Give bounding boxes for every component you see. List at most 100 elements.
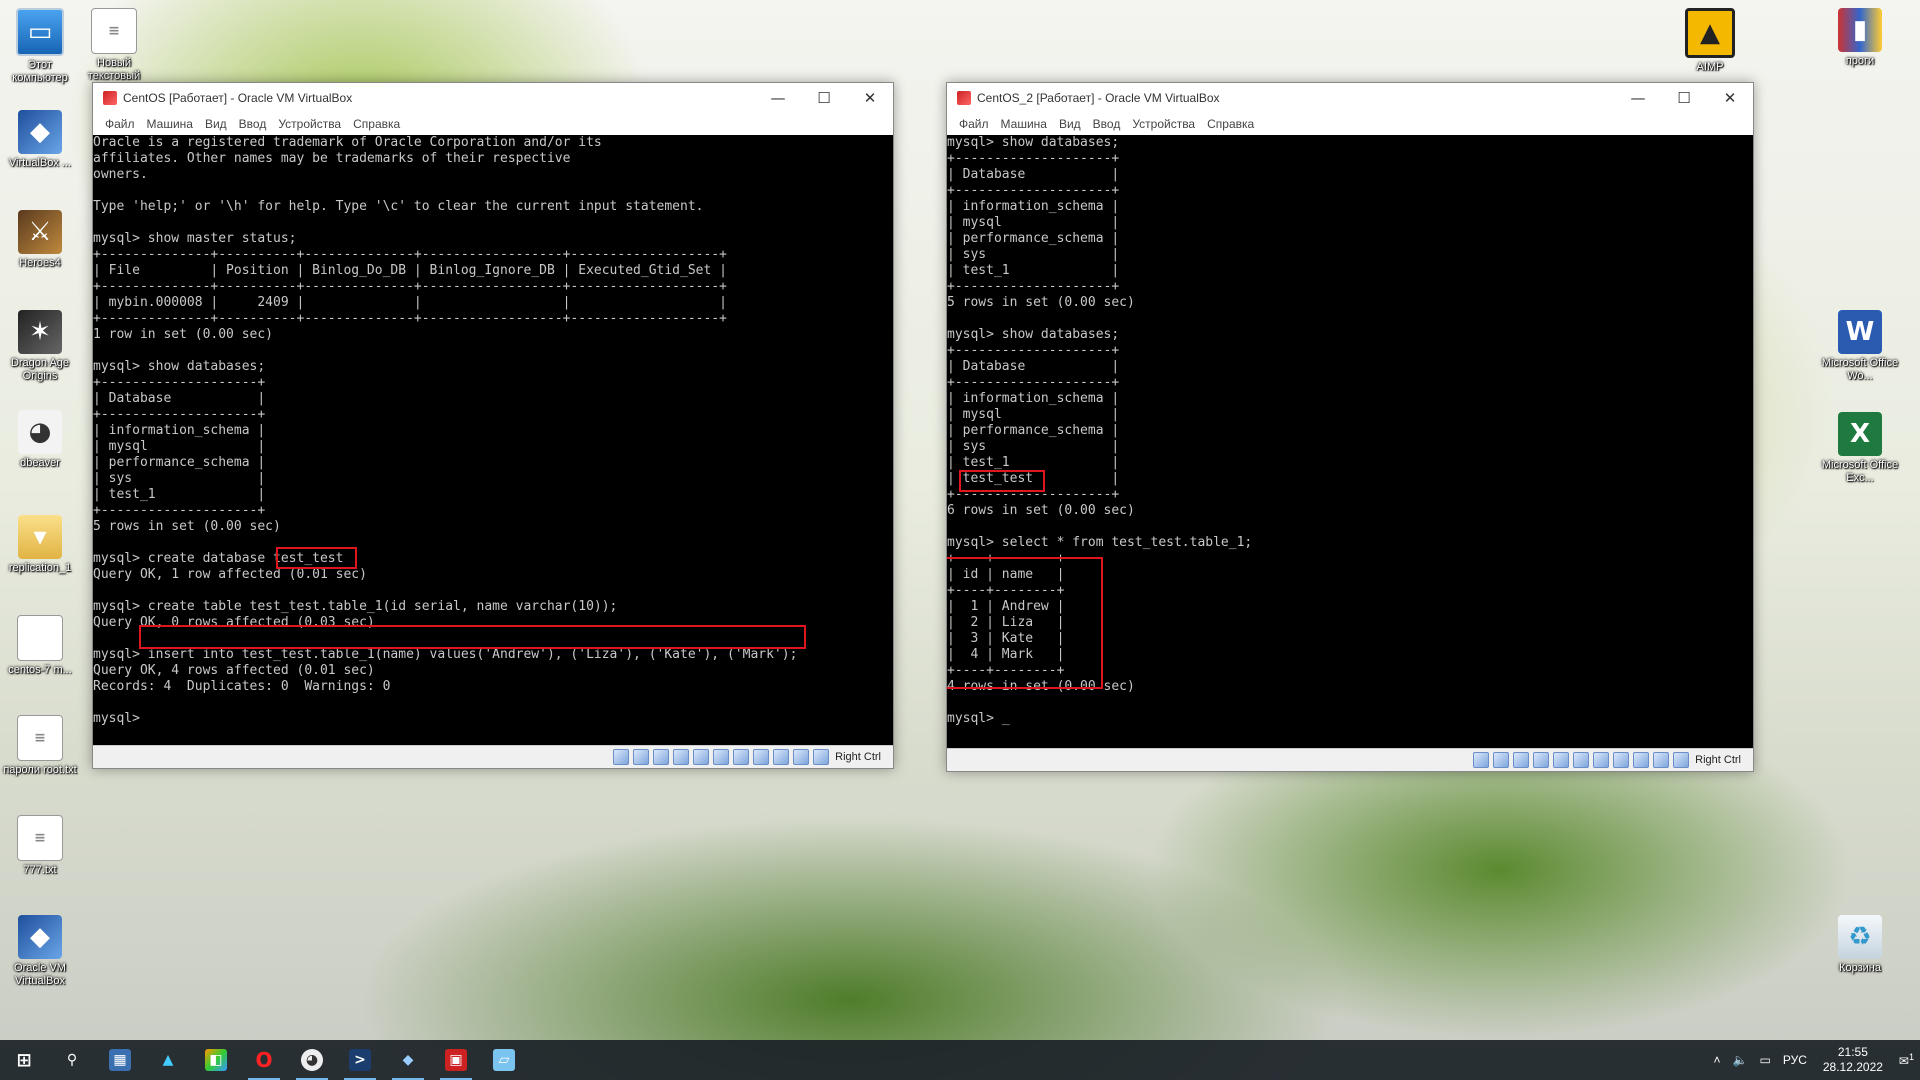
text-document-icon: ≡: [91, 8, 137, 54]
menu-machine[interactable]: Машина: [1001, 117, 1047, 131]
start-button[interactable]: ⊞: [0, 1040, 48, 1080]
shared-folders-icon[interactable]: [713, 749, 730, 765]
desktop-icon-recycle-bin[interactable]: ♻ Корзина: [1820, 915, 1900, 975]
menu-machine[interactable]: Машина: [147, 117, 193, 131]
vm-window-centos-2[interactable]: CentOS_2 [Работает] - Oracle VM VirtualB…: [946, 82, 1754, 772]
dbeaver-icon: ◕: [18, 410, 62, 454]
mouse-integration-icon[interactable]: [1653, 752, 1670, 768]
taskbar: ⊞ ⚲ ▦ ▲ ◧ O ◕ > ◆ ▣ ▱ ˄ 🔈 ▭ РУС 21:55 28…: [0, 1040, 1920, 1080]
highlight-db-name: [276, 547, 357, 569]
chevron-up-icon[interactable]: ˄: [1714, 1053, 1721, 1067]
cpu-icon[interactable]: [1633, 752, 1650, 768]
title-bar[interactable]: CentOS [Работает] - Oracle VM VirtualBox…: [93, 83, 893, 113]
network-icon[interactable]: [673, 749, 690, 765]
clock[interactable]: 21:55 28.12.2022: [1823, 1045, 1883, 1075]
hard-disk-icon[interactable]: [613, 749, 630, 765]
menu-devices[interactable]: Устройства: [278, 117, 341, 131]
desktop-icon-oracle-vbox[interactable]: ◆ Oracle VM VirtualBox: [0, 915, 80, 988]
virtualbox-icon: ◆: [18, 110, 62, 154]
taskbar-notes[interactable]: ▱: [480, 1040, 528, 1080]
desktop-icon-new-text[interactable]: ≡ Новый текстовый: [74, 8, 154, 83]
maximize-button[interactable]: ☐: [801, 83, 847, 113]
desktop-icon-progi[interactable]: ▮ проги: [1820, 8, 1900, 68]
desktop-icon-excel[interactable]: X Microsoft Office Exc...: [1820, 412, 1900, 485]
keyboard-icon[interactable]: [1673, 752, 1690, 768]
desktop-icon-this-pc[interactable]: ▭ Этот компьютер: [0, 8, 80, 85]
optical-drive-icon[interactable]: [633, 749, 650, 765]
menu-help[interactable]: Справка: [1207, 117, 1254, 131]
taskbar-drive[interactable]: ▲: [144, 1040, 192, 1080]
taskbar-virtualbox[interactable]: ◆: [384, 1040, 432, 1080]
clock-date: 28.12.2022: [1822, 1060, 1883, 1074]
desktop-icon-virtualbox-folder[interactable]: ◆ VirtualBox ...: [0, 110, 80, 170]
status-bar: Right Ctrl: [947, 748, 1753, 771]
recycle-bin-icon: ♻: [1838, 915, 1882, 959]
shared-folders-icon[interactable]: [1573, 752, 1590, 768]
taskbar-opera[interactable]: O: [240, 1040, 288, 1080]
network-icon[interactable]: [1533, 752, 1550, 768]
speaker-icon[interactable]: 🔈: [1733, 1053, 1748, 1067]
highlight-new-database: [959, 470, 1045, 492]
word-icon: W: [1838, 310, 1882, 354]
desktop-icon-777[interactable]: ≡ 777.txt: [0, 815, 80, 877]
recording-icon[interactable]: [753, 749, 770, 765]
cpu-icon[interactable]: [773, 749, 790, 765]
system-tray: ˄ 🔈 ▭ РУС 21:55 28.12.2022 ✉1: [1708, 1045, 1920, 1075]
close-button[interactable]: ✕: [1707, 83, 1753, 113]
text-file-icon: ≡: [17, 815, 63, 861]
vm-window-centos[interactable]: CentOS [Работает] - Oracle VM VirtualBox…: [92, 82, 894, 769]
maximize-button[interactable]: ☐: [1661, 83, 1707, 113]
vm-screen[interactable]: Oracle is a registered trademark of Orac…: [93, 135, 893, 745]
usb-icon[interactable]: [693, 749, 710, 765]
vm-screen[interactable]: mysql> show databases; +----------------…: [947, 135, 1753, 748]
hard-disk-icon[interactable]: [1473, 752, 1490, 768]
window-title: CentOS_2 [Работает] - Oracle VM VirtualB…: [977, 91, 1220, 105]
optical-drive-icon[interactable]: [1493, 752, 1510, 768]
menu-bar: Файл Машина Вид Ввод Устройства Справка: [93, 113, 893, 135]
host-key-label: Right Ctrl: [1695, 754, 1741, 766]
menu-view[interactable]: Вид: [1059, 117, 1081, 131]
menu-input[interactable]: Ввод: [1093, 117, 1121, 131]
computer-icon: ▭: [16, 8, 64, 56]
desktop-icon-label: Новый текстовый: [87, 57, 141, 82]
audio-icon[interactable]: [653, 749, 670, 765]
desktop-icon-word[interactable]: W Microsoft Office Wo...: [1820, 310, 1900, 383]
menu-file[interactable]: Файл: [959, 117, 989, 131]
mouse-integration-icon[interactable]: [793, 749, 810, 765]
search-button[interactable]: ⚲: [48, 1040, 96, 1080]
usb-icon[interactable]: [1553, 752, 1570, 768]
desktop-icon-aimp[interactable]: ▲ AIMP: [1670, 8, 1750, 74]
close-button[interactable]: ✕: [847, 83, 893, 113]
highlight-select-result: [947, 557, 1103, 689]
recording-icon[interactable]: [1613, 752, 1630, 768]
taskbar-terminal[interactable]: >: [336, 1040, 384, 1080]
minimize-button[interactable]: —: [1615, 83, 1661, 113]
display-icon[interactable]: [1593, 752, 1610, 768]
desktop-icon-replication[interactable]: ▾ replication_1: [0, 515, 80, 575]
menu-input[interactable]: Ввод: [239, 117, 267, 131]
desktop-icon-dbeaver[interactable]: ◕ dbeaver: [0, 410, 80, 470]
desktop-icon-heroes4[interactable]: ⚔ Heroes4: [0, 210, 80, 270]
taskbar-dbeaver[interactable]: ◕: [288, 1040, 336, 1080]
title-bar[interactable]: CentOS_2 [Работает] - Oracle VM VirtualB…: [947, 83, 1753, 113]
folder-icon: ▾: [18, 515, 62, 559]
taskbar-store[interactable]: ◧: [192, 1040, 240, 1080]
menu-file[interactable]: Файл: [105, 117, 135, 131]
minimize-button[interactable]: —: [755, 83, 801, 113]
menu-devices[interactable]: Устройства: [1132, 117, 1195, 131]
menu-view[interactable]: Вид: [205, 117, 227, 131]
taskbar-vm[interactable]: ▣: [432, 1040, 480, 1080]
desktop-icon-dragon-age[interactable]: ✶ Dragon Age Origins: [0, 310, 80, 383]
language-indicator[interactable]: РУС: [1783, 1053, 1807, 1067]
desktop-icon-label: Microsoft Office Exc...: [1821, 459, 1899, 484]
display-icon[interactable]: [733, 749, 750, 765]
virtualbox-icon: [103, 91, 117, 105]
audio-icon[interactable]: [1513, 752, 1530, 768]
taskbar-calculator[interactable]: ▦: [96, 1040, 144, 1080]
network-icon[interactable]: ▭: [1759, 1053, 1770, 1067]
desktop-icon-centos-file[interactable]: centos-7 m...: [0, 615, 80, 677]
keyboard-icon[interactable]: [813, 749, 830, 765]
notification-center-icon[interactable]: ✉1: [1899, 1052, 1914, 1068]
menu-help[interactable]: Справка: [353, 117, 400, 131]
desktop-icon-passwords[interactable]: ≡ пароли root.txt: [0, 715, 80, 777]
